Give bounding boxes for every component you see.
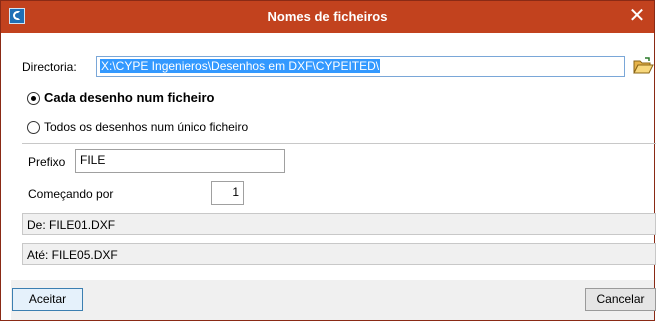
separator bbox=[22, 143, 656, 144]
prefix-input[interactable]: FILE bbox=[75, 149, 285, 173]
title-bar: Nomes de ficheiros ✕ bbox=[1, 1, 654, 33]
radio-each-file[interactable] bbox=[27, 92, 40, 105]
range-from-display: De: FILE01.DXF bbox=[22, 213, 656, 235]
radio-single-file[interactable] bbox=[27, 121, 40, 134]
accept-button[interactable]: Aceitar bbox=[12, 288, 83, 311]
start-number-input[interactable]: 1 bbox=[211, 181, 244, 205]
radio-single-file-label[interactable]: Todos os desenhos num único ficheiro bbox=[44, 120, 248, 134]
browse-folder-button[interactable] bbox=[632, 56, 654, 77]
dialog-window: Nomes de ficheiros ✕ Directoria: X:\CYPE… bbox=[0, 0, 656, 321]
dialog-title: Nomes de ficheiros bbox=[267, 9, 388, 24]
close-button[interactable]: ✕ bbox=[624, 3, 650, 29]
cancel-button[interactable]: Cancelar bbox=[585, 288, 656, 311]
start-label: Começando por bbox=[28, 187, 114, 201]
radio-each-file-label[interactable]: Cada desenho num ficheiro bbox=[44, 90, 214, 105]
directory-input[interactable]: X:\CYPE Ingenieros\Desenhos em DXF\CYPEI… bbox=[96, 56, 625, 77]
range-to-display: Até: FILE05.DXF bbox=[22, 243, 656, 265]
directory-value: X:\CYPE Ingenieros\Desenhos em DXF\CYPEI… bbox=[100, 59, 381, 73]
folder-open-icon bbox=[633, 57, 654, 74]
prefix-label: Prefixo bbox=[28, 155, 66, 169]
directory-label: Directoria: bbox=[22, 60, 77, 74]
button-bar bbox=[11, 280, 654, 320]
